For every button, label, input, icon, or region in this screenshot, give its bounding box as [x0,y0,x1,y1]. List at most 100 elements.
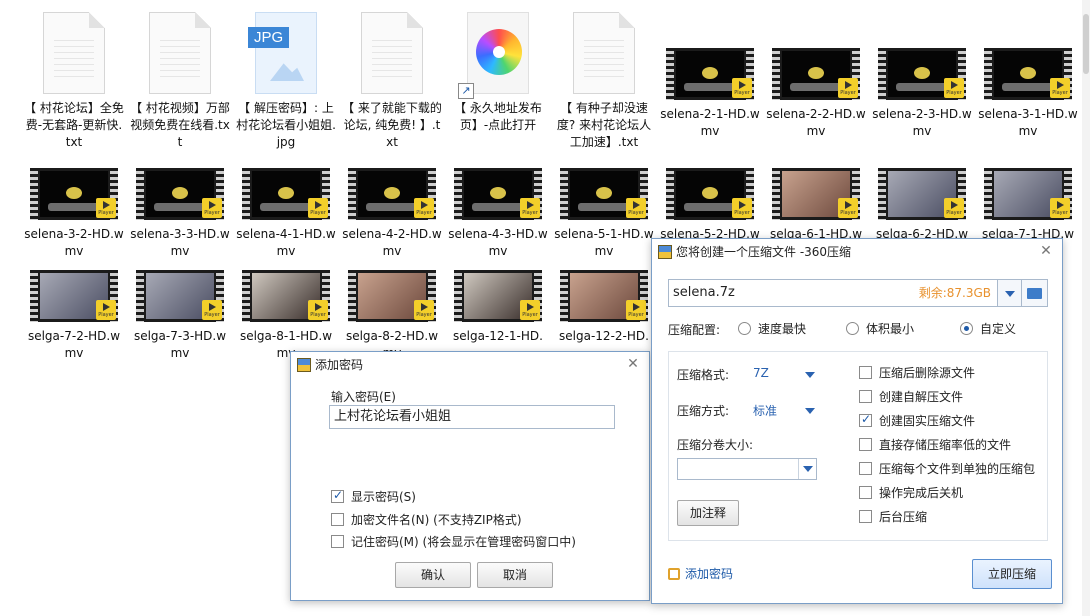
path-dropdown-button[interactable] [998,279,1022,307]
delete-source-checkbox[interactable]: 压缩后删除源文件 [859,364,975,381]
file-item[interactable]: Player selga-7-3-HD.wmv [130,262,230,362]
file-item[interactable]: 【 来了就能下载的论坛, 纯免费! 】.txt [342,12,442,151]
video-thumbnail: Player [984,48,1072,100]
file-item[interactable]: Player selena-3-2-HD.wmv [24,160,124,260]
method-select[interactable]: 标准 [753,402,777,419]
shutdown-after-checkbox[interactable]: 操作完成后关机 [859,484,963,501]
close-icon[interactable]: ✕ [623,354,643,374]
mode-custom-radio[interactable]: 自定义 [960,320,1016,337]
file-name: selena-2-1-HD.wmv [660,107,760,138]
player-badge-icon: Player [308,300,328,320]
text-file-icon [573,12,635,94]
file-item[interactable]: Player selena-3-1-HD.wmv [978,40,1078,140]
video-thumbnail: Player [666,168,754,220]
file-item[interactable]: Player selga-12-2-HD. [554,262,654,345]
show-password-checkbox[interactable]: 显示密码(S) [331,488,416,505]
file-item[interactable]: Player selga-7-2-HD.wmv [24,262,124,362]
close-icon[interactable]: ✕ [1036,241,1056,261]
format-label: 压缩格式: [677,368,730,382]
file-name: 【 来了就能下载的论坛, 纯免费! 】.txt [342,101,442,149]
folder-icon [1027,288,1042,299]
chevron-down-icon [1005,291,1015,297]
radio-icon [738,322,751,335]
store-low-ratio-checkbox[interactable]: 直接存储压缩率低的文件 [859,436,1011,453]
cancel-button[interactable]: 取消 [477,562,553,588]
scrollbar-thumb[interactable] [1083,14,1089,74]
browse-folder-button[interactable] [1022,279,1048,307]
file-item[interactable]: Player selena-5-1-HD.wmv [554,160,654,260]
checkbox-icon [859,510,872,523]
dialog-title: 添加密码 [315,358,364,372]
file-item[interactable]: 【 村花视频】万部视频免费在线看.txt [130,12,230,151]
encrypt-filenames-checkbox[interactable]: 加密文件名(N) (不支持ZIP格式) [331,511,522,528]
file-item[interactable]: Player selena-4-1-HD.wmv [236,160,336,260]
split-size-input[interactable] [677,458,817,480]
checkbox-checked-icon [331,488,344,503]
mode-smallest-radio[interactable]: 体积最小 [846,320,914,337]
file-name: selena-3-1-HD.wmv [978,107,1078,138]
chevron-down-icon[interactable] [805,408,815,414]
create-archive-dialog: 您将创建一个压缩文件 -360压缩 ✕ selena.7z 剩余:87.3GB … [651,238,1063,604]
player-badge-icon: Player [838,198,858,218]
confirm-button[interactable]: 确认 [395,562,471,588]
add-comment-button[interactable]: 加注释 [677,500,739,526]
password-input[interactable]: 上村花论坛看小姐姐 [329,405,615,429]
file-item[interactable]: ↗ 【 永久地址发布页】-点此打开 [448,12,548,134]
player-badge-icon: Player [414,300,434,320]
solid-archive-checkbox[interactable]: 创建固实压缩文件 [859,412,975,429]
file-item[interactable]: Player selena-4-2-HD.wmv [342,160,442,260]
format-select[interactable]: 7Z [753,366,769,380]
video-thumbnail: Player [772,48,860,100]
player-badge-icon: Player [308,198,328,218]
file-item[interactable]: Player selena-4-3-HD.wmv [448,160,548,260]
video-thumbnail: Player [136,168,224,220]
compress-now-button[interactable]: 立即压缩 [972,559,1052,589]
radio-label: 自定义 [980,322,1017,336]
checkbox-label: 后台压缩 [879,510,928,524]
file-item[interactable]: Player selena-2-3-HD.wmv [872,40,972,140]
video-thumbnail: Player [560,270,648,322]
separate-archives-checkbox[interactable]: 压缩每个文件到单独的压缩包 [859,460,1035,477]
player-badge-icon: Player [202,198,222,218]
file-item[interactable]: Player selena-2-2-HD.wmv [766,40,866,140]
player-badge-icon: Player [96,300,116,320]
archive-name-value: selena.7z [673,285,735,300]
checkbox-icon [331,535,344,548]
mode-fastest-radio[interactable]: 速度最快 [738,320,806,337]
split-size-dropdown[interactable] [798,459,816,479]
file-name: selena-4-3-HD.wmv [448,227,548,258]
chevron-down-icon [803,466,813,472]
video-thumbnail: Player [30,168,118,220]
video-thumbnail: Player [560,168,648,220]
file-item[interactable]: Player selga-8-2-HD.wmv [342,262,442,362]
player-badge-icon: Player [414,198,434,218]
archive-name-input[interactable]: selena.7z 剩余:87.3GB [668,279,998,307]
free-space-label: 剩余:87.3GB [918,286,991,300]
file-item[interactable]: 【 有种子却没速度? 来村花论坛人工加速】.txt [554,12,654,151]
file-item[interactable]: Player selena-3-3-HD.wmv [130,160,230,260]
password-label: 输入密码(E) [331,390,396,404]
scrollbar[interactable] [1082,0,1090,616]
file-item[interactable]: JPG 【 解压密码】: 上村花论坛看小姐姐.jpg [236,12,336,151]
checkbox-icon [859,438,872,451]
text-file-icon [149,12,211,94]
radio-selected-icon [960,322,973,335]
add-password-link[interactable]: 添加密码 [668,565,733,582]
file-item[interactable]: 【 村花论坛】全免费-无套路-更新快.txt [24,12,124,151]
file-item[interactable]: Player selena-2-1-HD.wmv [660,40,760,140]
chevron-down-icon[interactable] [805,372,815,378]
self-extract-checkbox[interactable]: 创建自解压文件 [859,388,963,405]
player-badge-icon: Player [202,300,222,320]
remember-password-checkbox[interactable]: 记住密码(M) (将会显示在管理密码窗口中) [331,533,576,550]
file-name: selena-3-2-HD.wmv [24,227,124,258]
archive-app-icon [297,358,311,372]
file-item[interactable]: Player selga-12-1-HD. [448,262,548,345]
file-name: selena-4-1-HD.wmv [236,227,336,258]
background-compress-checkbox[interactable]: 后台压缩 [859,508,927,525]
file-item[interactable]: Player selga-8-1-HD.wmv [236,262,336,362]
video-thumbnail: Player [878,48,966,100]
image-file-icon: JPG [248,12,317,94]
file-name: selga-12-1-HD. [453,329,543,343]
video-thumbnail: Player [242,270,330,322]
radio-label: 体积最小 [866,322,915,336]
